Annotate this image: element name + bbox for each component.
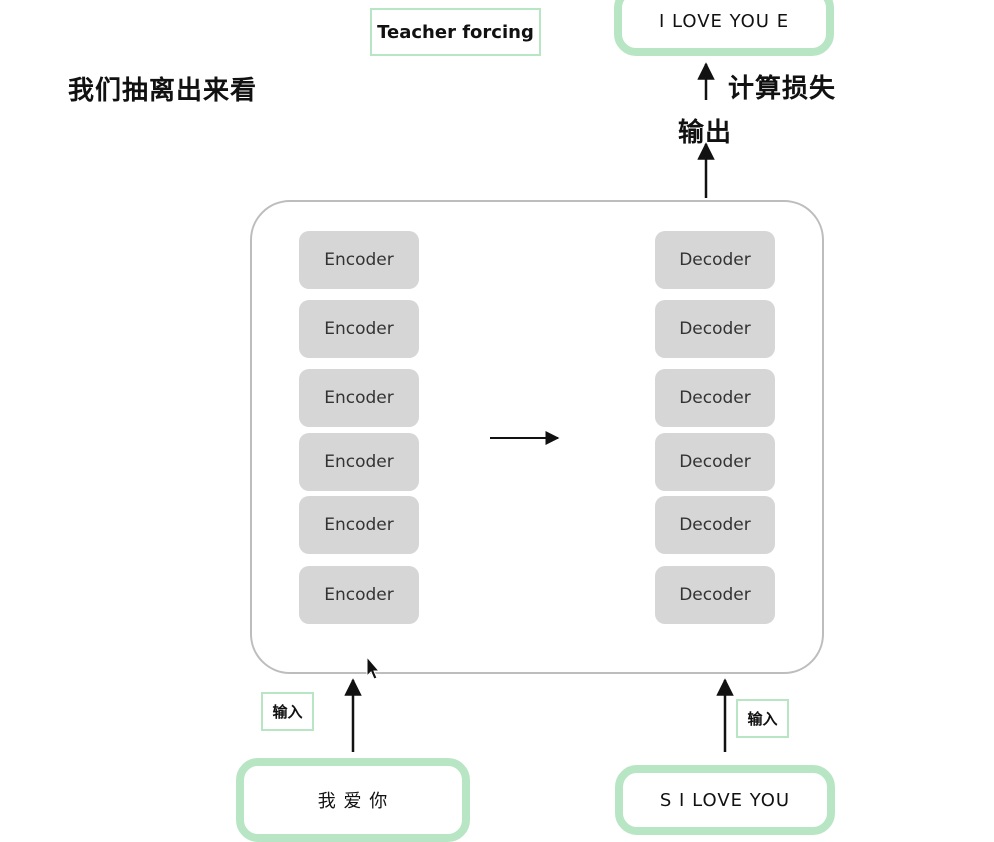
mouse-cursor-icon bbox=[366, 655, 381, 680]
arrows-layer bbox=[344, 62, 734, 752]
